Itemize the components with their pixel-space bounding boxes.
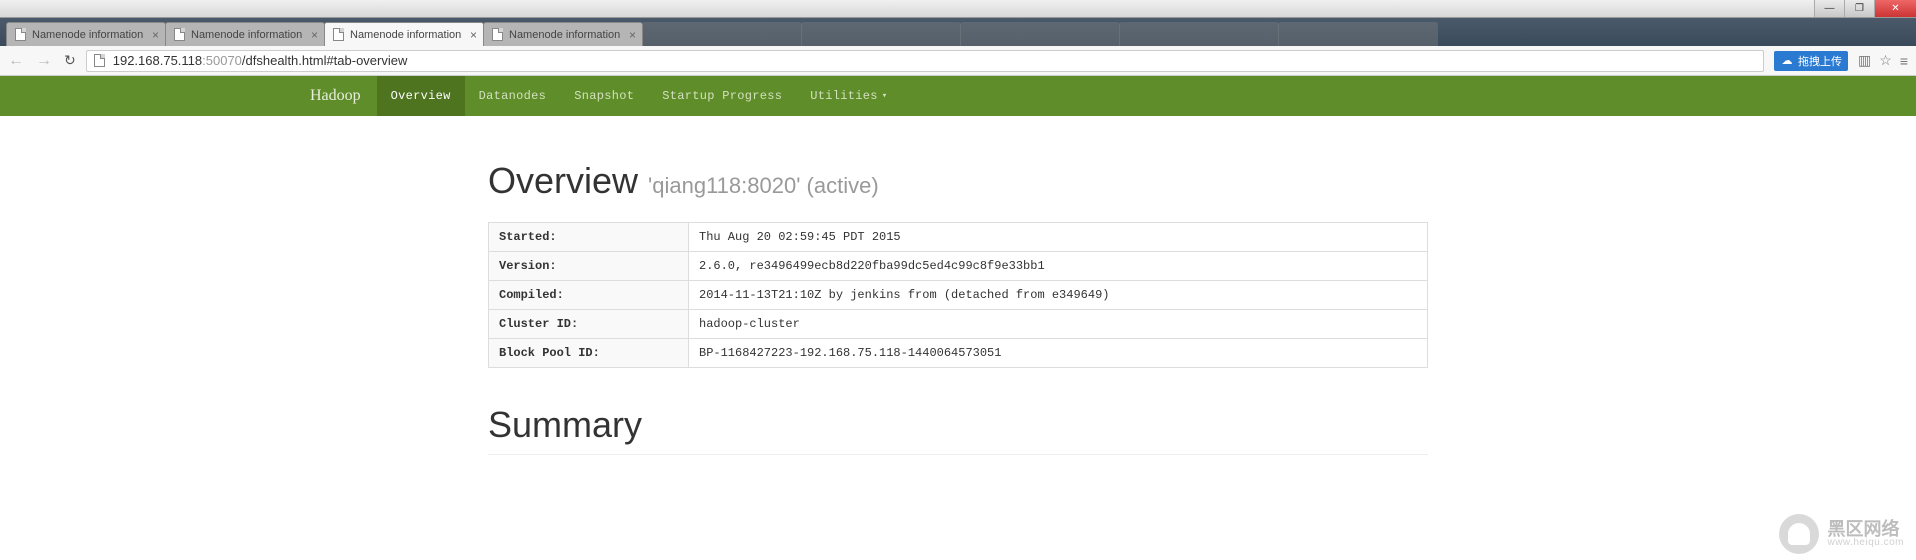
row-key: Compiled: [489, 281, 689, 310]
heading-text: Overview [488, 160, 638, 201]
row-value: Thu Aug 20 02:59:45 PDT 2015 [689, 223, 1428, 252]
overview-table: Started: Thu Aug 20 02:59:45 PDT 2015 Ve… [488, 222, 1428, 368]
address-bar[interactable]: 192.168.75.118:50070/dfshealth.html#tab-… [86, 50, 1764, 72]
tab-title: Namenode information [509, 29, 624, 41]
chevron-down-icon: ▾ [882, 91, 888, 101]
table-row: Block Pool ID: BP-1168427223-192.168.75.… [489, 339, 1428, 368]
close-icon[interactable]: × [470, 28, 477, 42]
close-icon[interactable]: × [629, 28, 636, 42]
browser-tab[interactable]: Namenode information × [483, 22, 643, 46]
page-icon [93, 54, 107, 68]
upload-extension-button[interactable]: ☁ 拖拽上传 [1774, 51, 1848, 71]
row-key: Block Pool ID: [489, 339, 689, 368]
browser-tab[interactable] [801, 22, 961, 46]
nav-startup-progress[interactable]: Startup Progress [648, 76, 796, 116]
app-navbar: Hadoop Overview Datanodes Snapshot Start… [0, 76, 1916, 116]
reload-button[interactable]: ↻ [64, 52, 76, 70]
watermark-logo-icon [1779, 514, 1819, 554]
nav-datanodes[interactable]: Datanodes [465, 76, 561, 116]
menu-icon[interactable]: ≡ [1900, 53, 1908, 69]
row-key: Version: [489, 252, 689, 281]
tab-title: Namenode information [32, 29, 147, 41]
tab-title: Namenode information [191, 29, 306, 41]
page-icon [172, 28, 186, 42]
bookmarks-icon[interactable]: ▥ [1858, 52, 1871, 69]
table-row: Started: Thu Aug 20 02:59:45 PDT 2015 [489, 223, 1428, 252]
window-close-button[interactable]: ✕ [1874, 0, 1916, 17]
cloud-upload-icon: ☁ [1780, 54, 1794, 68]
close-icon[interactable]: × [152, 28, 159, 42]
browser-tab[interactable] [1119, 22, 1279, 46]
heading-subtext: 'qiang118:8020' (active) [648, 173, 879, 198]
row-value: 2014-11-13T21:10Z by jenkins from (detac… [689, 281, 1428, 310]
row-value: BP-1168427223-192.168.75.118-14400645730… [689, 339, 1428, 368]
table-row: Cluster ID: hadoop-cluster [489, 310, 1428, 339]
nav-overview[interactable]: Overview [377, 76, 465, 116]
brand-logo[interactable]: Hadoop [310, 87, 361, 105]
page-title: Overview 'qiang118:8020' (active) [488, 160, 1428, 202]
browser-tab-strip: Namenode information × Namenode informat… [0, 18, 1916, 46]
forward-button[interactable]: → [36, 52, 52, 70]
nav-utilities-label: Utilities [810, 89, 878, 103]
browser-tab[interactable]: Namenode information × [165, 22, 325, 46]
back-button[interactable]: ← [8, 52, 24, 70]
table-row: Compiled: 2014-11-13T21:10Z by jenkins f… [489, 281, 1428, 310]
browser-tab[interactable]: Namenode information × [6, 22, 166, 46]
page-icon [331, 28, 345, 42]
row-key: Started: [489, 223, 689, 252]
window-maximize-button[interactable]: ❐ [1844, 0, 1874, 17]
browser-tab[interactable] [1278, 22, 1438, 46]
watermark: 黑区网络 www.heiqu.com [1779, 514, 1904, 554]
row-value: 2.6.0, re3496499ecb8d220fba99dc5ed4c99c8… [689, 252, 1428, 281]
watermark-text-en: www.heiqu.com [1827, 538, 1904, 548]
page-icon [490, 28, 504, 42]
summary-heading: Summary [488, 404, 1428, 455]
nav-snapshot[interactable]: Snapshot [560, 76, 648, 116]
browser-tab[interactable] [642, 22, 802, 46]
browser-toolbar: ← → ↻ 192.168.75.118:50070/dfshealth.htm… [0, 46, 1916, 76]
browser-tab[interactable] [960, 22, 1120, 46]
page-icon [13, 28, 27, 42]
ext-label: 拖拽上传 [1798, 53, 1842, 69]
os-titlebar: — ❐ ✕ [0, 0, 1916, 18]
watermark-text-cn: 黑区网络 [1827, 520, 1904, 538]
nav-utilities[interactable]: Utilities ▾ [796, 76, 901, 116]
main-content: Overview 'qiang118:8020' (active) Starte… [488, 116, 1428, 455]
browser-tab-active[interactable]: Namenode information × [324, 22, 484, 46]
url-text: 192.168.75.118:50070/dfshealth.html#tab-… [113, 53, 408, 68]
table-row: Version: 2.6.0, re3496499ecb8d220fba99dc… [489, 252, 1428, 281]
star-icon[interactable]: ☆ [1879, 52, 1892, 69]
row-value: hadoop-cluster [689, 310, 1428, 339]
window-minimize-button[interactable]: — [1814, 0, 1844, 17]
close-icon[interactable]: × [311, 28, 318, 42]
tab-title: Namenode information [350, 29, 465, 41]
row-key: Cluster ID: [489, 310, 689, 339]
